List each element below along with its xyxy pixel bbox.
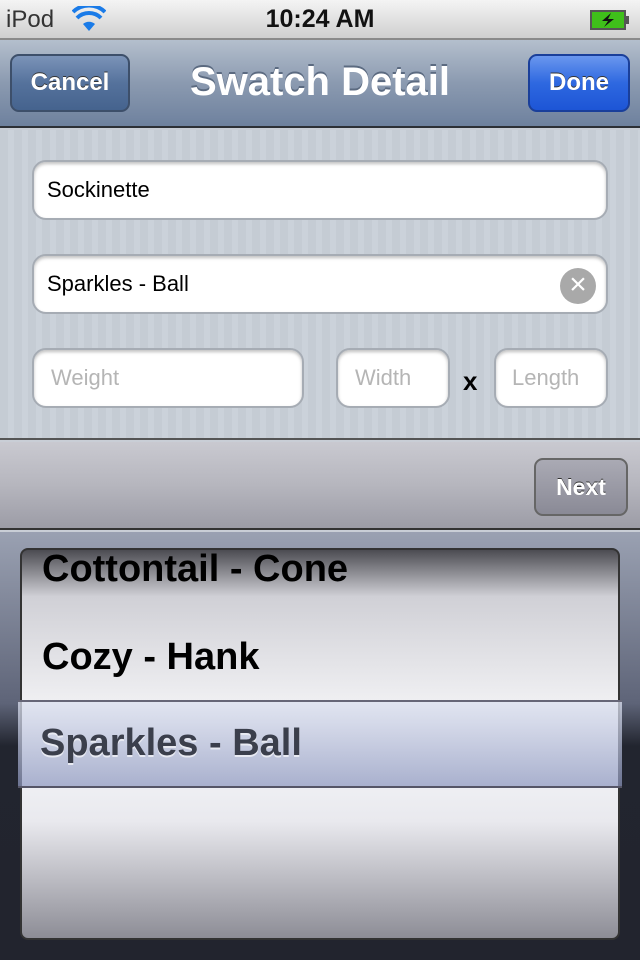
picker-item[interactable]: Cozy - Hank (42, 636, 259, 679)
picker-selected-item[interactable]: Sparkles - Ball (40, 722, 302, 765)
cancel-button[interactable]: Cancel (10, 54, 130, 112)
length-field[interactable]: Length (494, 348, 608, 408)
next-button[interactable]: Next (534, 458, 628, 516)
status-bar: iPod 10:24 AM (0, 0, 640, 40)
navigation-bar: Cancel Swatch Detail Done (0, 40, 640, 128)
wifi-icon (72, 6, 106, 31)
picker-selection-indicator: Sparkles - Ball (18, 700, 622, 788)
yarn-field[interactable]: Sparkles - Ball × (32, 254, 608, 314)
picker-item[interactable]: Cottontail - Cone (42, 550, 348, 591)
weight-field[interactable]: Weight (32, 348, 304, 408)
yarn-field-value: Sparkles - Ball (47, 271, 189, 296)
swatch-name-field[interactable]: Sockinette (32, 160, 608, 220)
input-accessory-toolbar: Next (0, 442, 640, 530)
done-button[interactable]: Done (528, 54, 630, 112)
carrier-label: iPod (6, 6, 55, 33)
clear-icon[interactable]: × (560, 268, 596, 304)
width-field[interactable]: Width (336, 348, 450, 408)
swatch-form: Sockinette Sparkles - Ball × Weight Widt… (0, 130, 640, 440)
times-label: x (463, 366, 478, 396)
battery-charging-icon (590, 10, 629, 30)
